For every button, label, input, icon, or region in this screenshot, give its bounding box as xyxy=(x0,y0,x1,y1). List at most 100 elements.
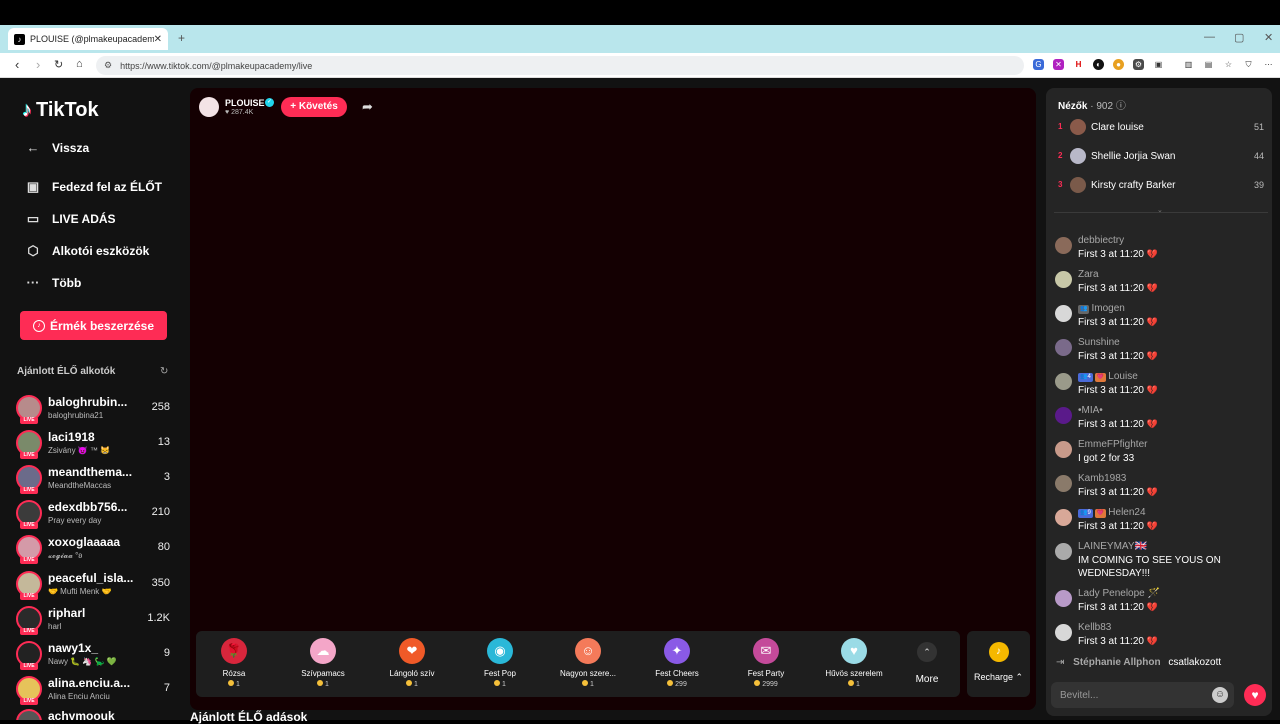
chat-username[interactable]: Kamb1983 xyxy=(1078,473,1126,484)
chat-avatar[interactable] xyxy=(1055,407,1072,424)
host-name[interactable]: PLOUISE xyxy=(225,98,265,108)
chat-username[interactable]: Sunshine xyxy=(1078,337,1120,348)
chat-avatar[interactable] xyxy=(1055,624,1072,641)
gift-item[interactable]: ☺ Nagyon szere... 1 xyxy=(548,638,628,688)
chevron-down-icon[interactable]: ⌄ xyxy=(1157,206,1163,214)
reload-icon[interactable]: ↻ xyxy=(54,58,63,71)
nav-creator-tools[interactable]: ⬡ Alkotói eszközök xyxy=(24,243,149,259)
recharge-button[interactable]: ♪ Recharge ⌃ xyxy=(967,631,1030,697)
home-icon[interactable]: ⌂ xyxy=(76,58,83,70)
ext-x-icon[interactable]: ✕ xyxy=(1053,59,1064,70)
host-avatar[interactable] xyxy=(199,97,219,117)
creator-item[interactable]: LIVE edexdbb756... Pray every day 210 xyxy=(16,498,176,532)
gift-price: 1 xyxy=(460,680,540,688)
top-viewer-row[interactable]: 2 Shellie Jorjia Swan 44 xyxy=(1056,147,1268,167)
maximize-button[interactable]: ▢ xyxy=(1234,31,1244,44)
chat-username[interactable]: 👥9 💗 Helen24 xyxy=(1078,507,1146,518)
chat-avatar[interactable] xyxy=(1055,441,1072,458)
gift-item[interactable]: ❤ Lángoló szív 1 xyxy=(372,638,452,688)
gift-item[interactable]: ☁ Szívpamacs 1 xyxy=(283,638,363,688)
chat-avatar[interactable] xyxy=(1055,475,1072,492)
follow-button[interactable]: + Követés xyxy=(281,97,347,117)
browser-tab[interactable]: ♪ PLOUISE (@plmakeupacademy) ✕ xyxy=(8,28,168,50)
window-close-button[interactable]: ✕ xyxy=(1264,31,1273,44)
nav-more[interactable]: ··· Több xyxy=(24,275,82,290)
chat-username[interactable]: Lady Penelope 🪄 xyxy=(1078,588,1160,599)
creator-item[interactable]: LIVE ripharl harl 1.2K xyxy=(16,604,176,638)
get-coins-button[interactable]: ♪ Érmék beszerzése xyxy=(20,311,167,340)
window-top-strip xyxy=(0,0,1280,25)
help-icon[interactable]: ⓘ xyxy=(1116,101,1126,112)
chat-avatar[interactable] xyxy=(1055,339,1072,356)
chat-username[interactable]: •MIA• xyxy=(1078,405,1103,416)
shield-icon[interactable]: ⛉ xyxy=(1243,59,1254,70)
creator-item[interactable]: LIVE peaceful_isla... 🤝 Mufti Menk 🤝 350 xyxy=(16,569,176,603)
chat-username[interactable]: EmmeFPfighter xyxy=(1078,439,1147,450)
top-viewer-row[interactable]: 1 Clare louise 51 xyxy=(1056,118,1268,138)
joined-username[interactable]: Stéphanie Allphon xyxy=(1073,657,1160,668)
gift-item[interactable]: ✉ Fest Party 2999 xyxy=(726,638,806,688)
emoji-icon[interactable]: ☺ xyxy=(1212,687,1228,703)
nav-go-live[interactable]: ▭ LIVE ADÁS xyxy=(24,211,116,227)
chat-username[interactable]: LAINEYMAY🇬🇧 xyxy=(1078,541,1147,552)
sidebar-toggle-icon[interactable]: ▥ xyxy=(1183,59,1194,70)
refresh-icon[interactable]: ↻ xyxy=(160,366,168,377)
creator-item[interactable]: LIVE xoxoglaaaaa 𝔁𝓸𝓰𝓲𝓪𝓪 °ʚ 80 xyxy=(16,533,176,567)
creator-item[interactable]: LIVE alina.enciu.a... Alina Enciu Anciu 7 xyxy=(16,674,176,708)
chat-avatar[interactable] xyxy=(1055,237,1072,254)
chat-input-box[interactable] xyxy=(1051,682,1234,708)
site-info-icon[interactable]: ⚙ xyxy=(104,60,112,71)
chat-avatar[interactable] xyxy=(1055,509,1072,526)
live-video-player[interactable] xyxy=(190,88,1036,710)
creator-item[interactable]: LIVE meandthema... MeandtheMaccas 3 xyxy=(16,463,176,497)
chat-avatar[interactable] xyxy=(1055,543,1072,560)
viewer-name: Kirsty crafty Barker xyxy=(1091,180,1176,191)
favorites-icon[interactable]: ☆ xyxy=(1223,59,1234,70)
live-badge: LIVE xyxy=(20,452,38,459)
extensions-icon[interactable]: ▣ xyxy=(1153,59,1164,70)
translate-ext-icon[interactable]: G xyxy=(1033,59,1044,70)
back-arrow-icon: ← xyxy=(26,140,40,155)
collections-icon[interactable]: ▤ xyxy=(1203,59,1214,70)
chat-username[interactable]: Kellb83 xyxy=(1078,622,1111,633)
tiktok-logo[interactable]: ♪ TikTok xyxy=(22,99,99,122)
chat-username[interactable]: Zara xyxy=(1078,269,1099,280)
ext-circle-icon[interactable]: ◐ xyxy=(1093,59,1104,70)
top-viewer-row[interactable]: 3 Kirsty crafty Barker 39 xyxy=(1056,176,1268,196)
chat-avatar[interactable] xyxy=(1055,271,1072,288)
creator-item[interactable]: LIVEachymoouk xyxy=(16,707,176,720)
nav-back[interactable]: ← Vissza xyxy=(24,140,90,155)
creator-item[interactable]: LIVE nawy1x_ Nawy 🐛 🦄 🦕 💚 9 xyxy=(16,639,176,673)
chat-text: First 3 at 11:20 💔 xyxy=(1078,419,1158,430)
menu-dots-icon[interactable]: ⋯ xyxy=(1263,59,1274,70)
chat-avatar[interactable] xyxy=(1055,305,1072,322)
viewers-heading[interactable]: Nézők · 902 ⓘ xyxy=(1058,97,1126,112)
back-icon[interactable]: ‹ xyxy=(15,57,19,72)
viewer-count: · 902 xyxy=(1090,101,1114,112)
tab-close-icon[interactable]: ✕ xyxy=(154,34,162,45)
gift-name: Rózsa xyxy=(222,669,246,678)
creator-item[interactable]: LIVE baloghrubin... baloghrubina21 258 xyxy=(16,393,176,427)
minimize-button[interactable]: — xyxy=(1204,31,1215,43)
chat-username[interactable]: 👥4 💗 Louise xyxy=(1078,371,1138,382)
new-tab-button[interactable]: + xyxy=(178,31,185,45)
nav-explore-live[interactable]: ▣ Fedezd fel az ÉLŐT xyxy=(24,179,162,195)
chat-username[interactable]: debbiectry xyxy=(1078,235,1124,246)
ext-orange-icon[interactable]: ● xyxy=(1113,59,1124,70)
chat-avatar[interactable] xyxy=(1055,373,1072,390)
gift-item[interactable]: 🌹 Rózsa 1 xyxy=(194,638,274,688)
share-icon[interactable]: ➦ xyxy=(362,99,373,115)
hls-ext-icon[interactable]: H xyxy=(1073,59,1084,70)
url-field[interactable]: ⚙ https://www.tiktok.com/@plmakeupacadem… xyxy=(96,56,1024,75)
like-heart-button[interactable]: ♥ xyxy=(1244,684,1266,706)
chat-username[interactable]: 👥 Imogen xyxy=(1078,303,1125,314)
gift-item[interactable]: ♥ Hűvös szerelem 1 xyxy=(814,638,894,688)
gift-item[interactable]: ◉ Fest Pop 1 xyxy=(460,638,540,688)
more-gifts-button[interactable]: ⌃ More xyxy=(910,638,944,685)
ext-gear-icon[interactable]: ⚙ xyxy=(1133,59,1144,70)
forward-icon[interactable]: › xyxy=(36,57,40,72)
chat-avatar[interactable] xyxy=(1055,590,1072,607)
chat-input[interactable] xyxy=(1051,682,1201,708)
gift-item[interactable]: ✦ Fest Cheers 299 xyxy=(637,638,717,688)
creator-item[interactable]: LIVE laci1918 Zsivány 😈 ™ 😸 13 xyxy=(16,428,176,462)
